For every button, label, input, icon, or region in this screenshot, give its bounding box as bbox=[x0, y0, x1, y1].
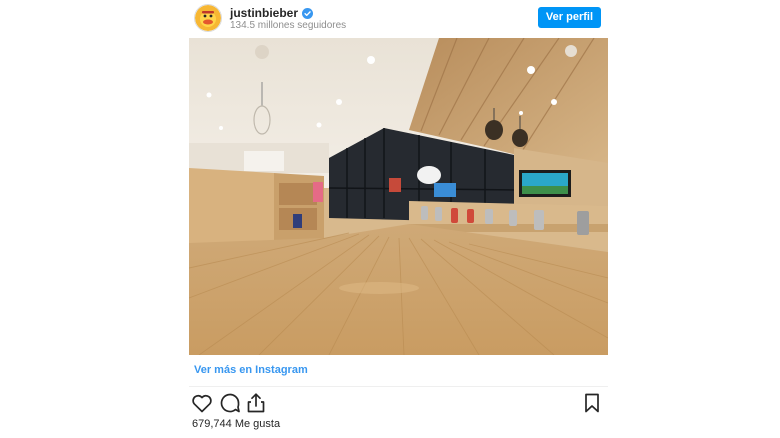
view-profile-button[interactable]: Ver perfil bbox=[537, 7, 601, 28]
post-header: justinbieber 134.5 millones seguidores V… bbox=[189, 0, 608, 36]
share-icon[interactable] bbox=[244, 391, 268, 415]
view-more-on-instagram-link[interactable]: Ver más en Instagram bbox=[194, 364, 308, 376]
interior-room-wood-floor-photo[interactable] bbox=[189, 38, 608, 355]
action-bar bbox=[189, 391, 608, 415]
cartoon-duck-avatar-icon bbox=[195, 5, 221, 31]
heart-icon[interactable] bbox=[190, 391, 214, 415]
followers-count: 134.5 millones seguidores bbox=[230, 20, 347, 31]
comment-icon[interactable] bbox=[218, 391, 242, 415]
divider bbox=[189, 386, 608, 387]
username[interactable]: justinbieber bbox=[230, 6, 298, 20]
post-photo bbox=[189, 38, 608, 355]
username-row[interactable]: justinbieber bbox=[230, 6, 314, 20]
bookmark-icon[interactable] bbox=[580, 391, 604, 415]
likes-count: 679,744 Me gusta bbox=[192, 418, 281, 430]
verified-badge-icon bbox=[302, 7, 314, 19]
instagram-embed-card: justinbieber 134.5 millones seguidores V… bbox=[189, 0, 608, 438]
avatar[interactable] bbox=[194, 4, 222, 32]
